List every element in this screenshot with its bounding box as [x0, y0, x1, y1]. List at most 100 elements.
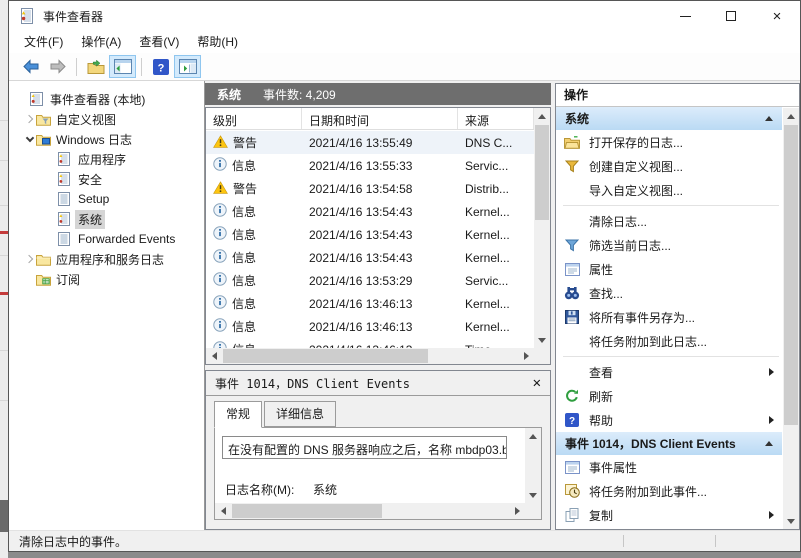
help-icon: ? — [153, 59, 169, 75]
row-source: Kernel... — [458, 297, 534, 311]
back-button[interactable] — [17, 55, 44, 78]
open-saved-log-button[interactable] — [82, 55, 109, 78]
action-save-all-events-as[interactable]: 将所有事件另存为... — [556, 305, 782, 329]
column-header-level[interactable]: 级别 — [206, 108, 302, 129]
scroll-down-icon[interactable] — [525, 487, 541, 503]
action-refresh[interactable]: 刷新 — [556, 384, 782, 408]
vertical-scrollbar[interactable] — [783, 108, 799, 529]
table-row[interactable]: 信息 2021/4/16 13:55:33 Servic... — [206, 154, 534, 177]
copy-icon — [563, 507, 581, 523]
help-icon: ? — [563, 412, 581, 428]
maximize-button[interactable] — [708, 1, 754, 31]
tree-item-label: 安全 — [75, 170, 105, 189]
action-view[interactable]: 查看 — [556, 360, 782, 384]
scrollbar-thumb[interactable] — [232, 504, 382, 518]
sidebar-item-setup[interactable]: Setup — [9, 189, 204, 209]
menu-file[interactable]: 文件(F) — [15, 31, 72, 53]
menu-view[interactable]: 查看(V) — [130, 31, 188, 53]
event-count: 事件数: 4,209 — [263, 86, 336, 103]
scroll-left-icon[interactable] — [215, 503, 231, 519]
table-row[interactable]: 信息 2021/4/16 13:46:13 Time-... — [206, 338, 534, 348]
row-source: Kernel... — [458, 228, 534, 242]
horizontal-scrollbar[interactable] — [215, 503, 525, 519]
close-icon[interactable]: ✕ — [533, 376, 541, 390]
windows-logs-folder-icon — [36, 133, 53, 146]
table-header: 级别 日期和时间 来源 — [206, 108, 534, 130]
sidebar-item-security[interactable]: 安全 — [9, 169, 204, 189]
sidebar-item-subscriptions[interactable]: 订阅 — [9, 269, 204, 289]
forward-button[interactable] — [44, 55, 71, 78]
action-event-properties[interactable]: 事件属性 — [556, 455, 782, 479]
action-find[interactable]: 查找... — [556, 281, 782, 305]
scroll-up-icon[interactable] — [534, 108, 550, 124]
action-open-saved-log[interactable]: 打开保存的日志... — [556, 130, 782, 154]
sidebar-item-apps-services-logs[interactable]: 应用程序和服务日志 — [9, 249, 204, 269]
menu-action[interactable]: 操作(A) — [72, 31, 130, 53]
event-viewer-icon — [19, 8, 35, 24]
column-header-source[interactable]: 来源 — [458, 108, 534, 129]
scrollbar-thumb[interactable] — [535, 125, 549, 220]
table-row[interactable]: 信息 2021/4/16 13:54:43 Kernel... — [206, 223, 534, 246]
scroll-up-icon[interactable] — [783, 108, 799, 124]
folder-icon — [36, 253, 53, 266]
table-row[interactable]: 警告 2021/4/16 13:55:49 DNS C... — [206, 131, 534, 154]
status-bar: 清除日志中的事件。 — [9, 530, 800, 551]
action-help[interactable]: ? 帮助 — [556, 408, 782, 432]
action-properties[interactable]: 属性 — [556, 257, 782, 281]
sidebar-item-forwarded-events[interactable]: Forwarded Events — [9, 229, 204, 249]
scrollbar-thumb[interactable] — [223, 349, 428, 363]
chevron-right-icon — [24, 255, 32, 263]
actions-list: 系统 打开保存的日志... 创建自定义视图... 导入自定义视图... — [556, 107, 782, 529]
scroll-left-icon[interactable] — [206, 348, 222, 364]
menu-help[interactable]: 帮助(H) — [188, 31, 247, 53]
center-pane: 系统 事件数: 4,209 级别 日期和时间 来源 警告 2021/4/16 1… — [205, 81, 554, 530]
table-row[interactable]: 信息 2021/4/16 13:54:43 Kernel... — [206, 246, 534, 269]
table-row[interactable]: 信息 2021/4/16 13:54:43 Kernel... — [206, 200, 534, 223]
forward-arrow-icon — [49, 59, 67, 74]
scroll-up-icon[interactable] — [525, 428, 541, 444]
filter-icon — [563, 237, 581, 253]
sidebar-item-custom-views[interactable]: 自定义视图 — [9, 109, 204, 129]
table-row[interactable]: 信息 2021/4/16 13:53:29 Servic... — [206, 269, 534, 292]
status-separator — [623, 535, 624, 547]
horizontal-scrollbar[interactable] — [206, 348, 534, 364]
action-clear-log[interactable]: 清除日志... — [556, 209, 782, 233]
table-row[interactable]: 信息 2021/4/16 13:46:13 Kernel... — [206, 315, 534, 338]
sidebar-item-event-viewer-local[interactable]: 事件查看器 (本地) — [9, 89, 204, 109]
action-pane-icon — [179, 59, 197, 74]
tree-item-label: 应用程序 — [75, 150, 129, 169]
action-import-custom-view[interactable]: 导入自定义视图... — [556, 178, 782, 202]
minimize-button[interactable] — [662, 1, 708, 31]
action-section-event-1014[interactable]: 事件 1014，DNS Client Events — [556, 432, 782, 455]
action-copy[interactable]: 复制 — [556, 503, 782, 527]
scroll-right-icon[interactable] — [518, 348, 534, 364]
sidebar-item-application[interactable]: 应用程序 — [9, 149, 204, 169]
vertical-scrollbar[interactable] — [525, 428, 541, 503]
sidebar-item-windows-logs[interactable]: Windows 日志 — [9, 129, 204, 149]
column-header-datetime[interactable]: 日期和时间 — [302, 108, 458, 129]
scroll-down-icon[interactable] — [783, 513, 799, 529]
collapse-icon[interactable] — [765, 116, 773, 121]
tab-general[interactable]: 常规 — [214, 401, 262, 428]
help-button[interactable]: ? — [147, 55, 174, 78]
close-button[interactable]: × — [754, 1, 800, 31]
vertical-scrollbar[interactable] — [534, 108, 550, 348]
tree-item-label: 系统 — [75, 210, 105, 229]
action-attach-task-to-event[interactable]: 将任务附加到此事件... — [556, 479, 782, 503]
subscriptions-icon — [36, 273, 53, 286]
action-attach-task-to-log[interactable]: 将任务附加到此日志... — [556, 329, 782, 353]
sidebar-item-system[interactable]: 系统 — [9, 209, 204, 229]
action-section-system[interactable]: 系统 — [556, 107, 782, 130]
event-message[interactable]: 在没有配置的 DNS 服务器响应之后，名称 mbdp03.b — [222, 436, 507, 459]
scroll-down-icon[interactable] — [534, 332, 550, 348]
action-filter-current-log[interactable]: 筛选当前日志... — [556, 233, 782, 257]
tab-details[interactable]: 详细信息 — [264, 401, 336, 427]
action-create-custom-view[interactable]: 创建自定义视图... — [556, 154, 782, 178]
toggle-action-pane-button[interactable] — [174, 55, 201, 78]
table-row[interactable]: 信息 2021/4/16 13:46:13 Kernel... — [206, 292, 534, 315]
collapse-icon[interactable] — [765, 441, 773, 446]
scroll-right-icon[interactable] — [509, 503, 525, 519]
toggle-console-tree-button[interactable] — [109, 55, 136, 78]
scrollbar-thumb[interactable] — [784, 125, 798, 425]
table-row[interactable]: 警告 2021/4/16 13:54:58 Distrib... — [206, 177, 534, 200]
